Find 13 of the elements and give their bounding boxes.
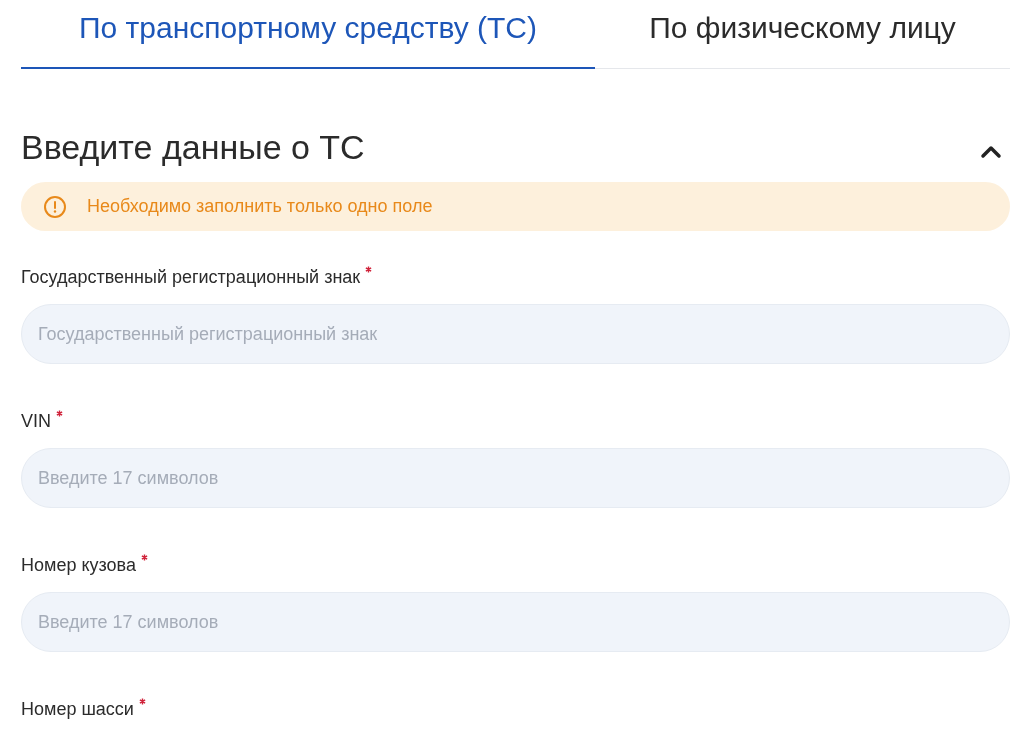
exclamation-icon: [43, 194, 67, 219]
field-label: Государственный регистрационный знак: [21, 266, 361, 289]
section-title: Введите данные о ТС: [21, 126, 365, 168]
tab[interactable]: По транспортному средству (ТС): [21, 0, 595, 69]
field-label: Номер кузова: [21, 554, 136, 577]
input-field[interactable]: Введите 17 символов: [21, 448, 1010, 508]
input-field[interactable]: Государственный регистрационный знак: [21, 304, 1010, 364]
alert-text: Необходимо заполнить только одно поле: [87, 195, 433, 218]
field-label: Номер шасси: [21, 698, 134, 721]
field-label: VIN: [21, 410, 51, 433]
chevron-icon[interactable]: [980, 145, 1002, 159]
tab[interactable]: По физическому лицу: [595, 0, 1010, 69]
input-field[interactable]: Введите 17 символов: [21, 592, 1010, 652]
